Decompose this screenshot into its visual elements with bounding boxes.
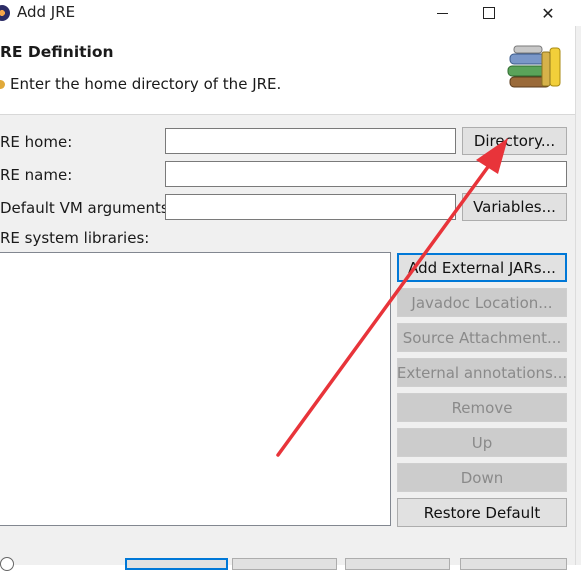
down-button[interactable]: Down bbox=[397, 463, 567, 492]
close-button[interactable]: ✕ bbox=[525, 0, 571, 26]
window-edge bbox=[575, 26, 581, 565]
restore-default-button[interactable]: Restore Default bbox=[397, 498, 567, 527]
vm-arguments-label: Default VM arguments: bbox=[0, 199, 174, 217]
dialog-header bbox=[0, 26, 581, 115]
jre-name-input[interactable] bbox=[165, 161, 567, 187]
minimize-button[interactable] bbox=[419, 0, 465, 26]
maximize-icon bbox=[483, 7, 495, 19]
library-books-icon bbox=[507, 45, 561, 88]
cancel-button[interactable] bbox=[460, 558, 567, 570]
next-button[interactable] bbox=[232, 558, 337, 570]
system-libraries-label: RE system libraries: bbox=[0, 229, 150, 247]
directory-button[interactable]: Directory... bbox=[462, 127, 567, 155]
close-icon: ✕ bbox=[541, 3, 555, 23]
variables-button[interactable]: Variables... bbox=[462, 193, 567, 221]
up-button[interactable]: Up bbox=[397, 428, 567, 457]
external-annotations-button[interactable]: External annotations... bbox=[397, 358, 567, 387]
source-attachment-button[interactable]: Source Attachment... bbox=[397, 323, 567, 352]
help-icon[interactable] bbox=[0, 557, 14, 571]
jre-name-label: RE name: bbox=[0, 166, 73, 184]
header-message: Enter the home directory of the JRE. bbox=[10, 75, 282, 93]
remove-button[interactable]: Remove bbox=[397, 393, 567, 422]
maximize-button[interactable] bbox=[466, 0, 512, 26]
jre-home-label: RE home: bbox=[0, 133, 73, 151]
window-title: Add JRE bbox=[17, 3, 76, 21]
back-button[interactable] bbox=[125, 558, 228, 570]
javadoc-location-button[interactable]: Javadoc Location... bbox=[397, 288, 567, 317]
vm-arguments-input[interactable] bbox=[165, 194, 456, 220]
system-libraries-list[interactable] bbox=[0, 252, 391, 526]
finish-button[interactable] bbox=[345, 558, 450, 570]
page-title: RE Definition bbox=[0, 43, 114, 61]
jre-home-input[interactable] bbox=[165, 128, 456, 154]
add-external-jars-button[interactable]: Add External JARs... bbox=[397, 253, 567, 282]
minimize-icon bbox=[436, 12, 448, 14]
